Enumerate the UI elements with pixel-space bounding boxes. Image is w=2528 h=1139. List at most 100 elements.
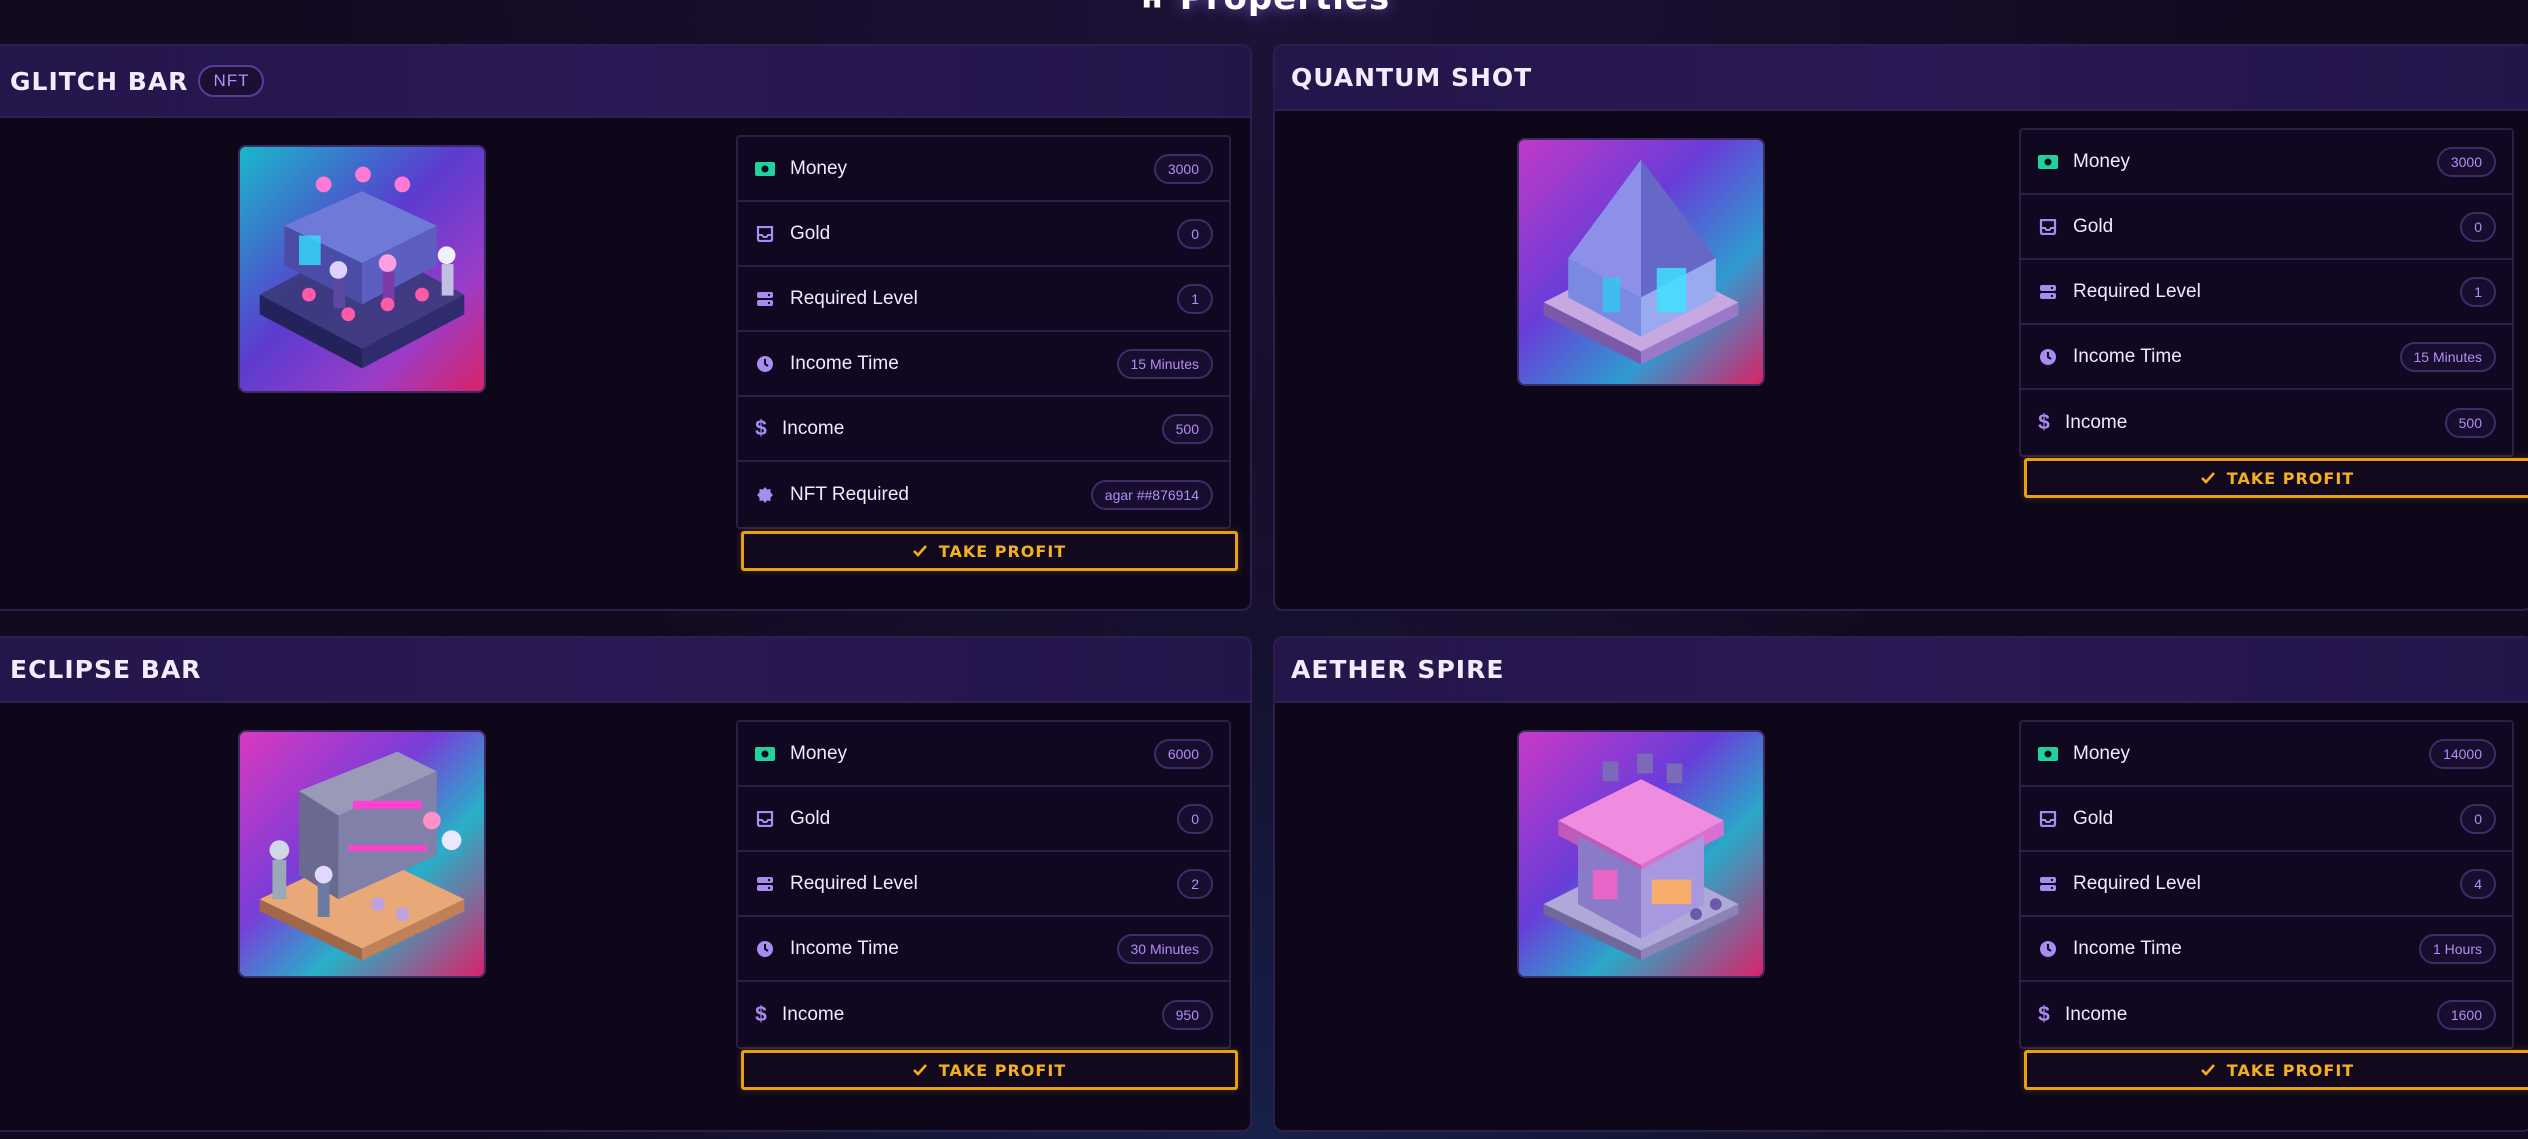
take-profit-label: TAKE PROFIT (2226, 1060, 2355, 1080)
stat-row-money: Money 3000 (2021, 130, 2512, 195)
stat-label: Required Level (2073, 872, 2201, 894)
stat-label: Income Time (790, 937, 899, 959)
stat-row-required-level: Required Level 1 (738, 267, 1229, 332)
stat-value: 3000 (2436, 146, 2496, 177)
stat-label: Money (790, 742, 848, 764)
dollar-icon: $ (755, 416, 767, 440)
take-profit-label: TAKE PROFIT (938, 541, 1067, 561)
take-profit-button[interactable]: TAKE PROFIT (741, 1050, 1238, 1090)
page-title: Properties (0, 0, 2528, 20)
take-profit-label: TAKE PROFIT (938, 1060, 1067, 1080)
stat-value: 15 Minutes (1116, 348, 1213, 379)
stat-value: 4 (2460, 868, 2496, 899)
dollar-icon: $ (2038, 410, 2050, 434)
stats-table: Money 3000 Gold 0 Required Level 1 Incom… (2019, 128, 2514, 457)
stat-row-money: Money 6000 (738, 722, 1229, 787)
property-card-glitch-bar: GLITCH BAR NFT Money 3000 Gold 0 Require… (0, 44, 1252, 611)
money-icon (2037, 743, 2059, 765)
property-image (1517, 730, 1765, 978)
stat-label: Income (2065, 411, 2128, 433)
take-profit-button[interactable]: TAKE PROFIT (2024, 1050, 2528, 1090)
check-icon (912, 1064, 927, 1076)
check-icon (2200, 1064, 2215, 1076)
take-profit-button[interactable]: TAKE PROFIT (741, 531, 1238, 571)
money-icon (2037, 151, 2059, 173)
stat-value: 2 (1177, 868, 1213, 899)
stat-value: 1600 (2436, 999, 2496, 1030)
stat-label: Required Level (790, 287, 918, 309)
stat-label: Required Level (790, 872, 918, 894)
stat-value: 30 Minutes (1116, 933, 1213, 964)
stat-row-required-level: Required Level 1 (2021, 260, 2512, 325)
money-icon (754, 158, 776, 180)
clock-icon (2037, 938, 2059, 960)
property-card-eclipse-bar: ECLIPSE BAR Money 6000 Gold 0 Required L… (0, 636, 1252, 1132)
stat-row-gold: Gold 0 (2021, 787, 2512, 852)
property-card-quantum-shot: QUANTUM SHOT Money 3000 Gold 0 Required … (1273, 44, 2528, 611)
take-profit-label: TAKE PROFIT (2226, 468, 2355, 488)
stat-value: 6000 (1153, 738, 1213, 769)
stat-row-income: $ Income 950 (738, 982, 1229, 1047)
stat-value: 1 (2460, 276, 2496, 307)
stats-table: Money 3000 Gold 0 Required Level 1 Incom… (736, 135, 1231, 529)
stat-row-required-level: Required Level 2 (738, 852, 1229, 917)
stat-label: Income Time (2073, 937, 2182, 959)
stat-label: Gold (790, 222, 831, 244)
card-title: QUANTUM SHOT (1291, 63, 1533, 92)
clock-icon (754, 353, 776, 375)
nft-badge: NFT (198, 65, 265, 97)
property-image (238, 145, 486, 393)
stat-value: 500 (2444, 407, 2496, 438)
stat-row-income-time: Income Time 1 Hours (2021, 917, 2512, 982)
dollar-icon: $ (2038, 1002, 2050, 1026)
stat-row-money: Money 3000 (738, 137, 1229, 202)
stat-row-income: $ Income 500 (738, 397, 1229, 462)
card-header: AETHER SPIRE (1275, 638, 2528, 703)
stat-value: 950 (1161, 999, 1213, 1030)
stat-label: Money (790, 157, 848, 179)
gold-icon (2037, 216, 2059, 238)
stat-label: Income Time (790, 352, 899, 374)
card-header: GLITCH BAR NFT (0, 46, 1250, 118)
level-icon (754, 288, 776, 310)
stat-value: 0 (2460, 211, 2496, 242)
card-header: QUANTUM SHOT (1275, 46, 2528, 111)
stat-label: Required Level (2073, 280, 2201, 302)
level-icon (2037, 873, 2059, 895)
stat-row-income-time: Income Time 15 Minutes (738, 332, 1229, 397)
property-card-aether-spire: AETHER SPIRE Money 14000 Gold 0 Required… (1273, 636, 2528, 1132)
stat-value: 0 (1177, 803, 1213, 834)
gold-icon (754, 223, 776, 245)
stat-row-income-time: Income Time 30 Minutes (738, 917, 1229, 982)
stat-row-income: $ Income 1600 (2021, 982, 2512, 1047)
stat-row-gold: Gold 0 (738, 202, 1229, 267)
stat-label: Income (2065, 1003, 2128, 1025)
stat-value: 14000 (2429, 738, 2496, 769)
stat-label: Money (2073, 742, 2131, 764)
stat-value: 1 (1177, 283, 1213, 314)
stats-table: Money 14000 Gold 0 Required Level 4 Inco… (2019, 720, 2514, 1049)
stats-table: Money 6000 Gold 0 Required Level 2 Incom… (736, 720, 1231, 1049)
stat-value: 0 (1177, 218, 1213, 249)
property-image (238, 730, 486, 978)
stat-value: 3000 (1153, 153, 1213, 184)
stat-label: Income Time (2073, 345, 2182, 367)
dollar-icon: $ (755, 1002, 767, 1026)
stat-row-gold: Gold 0 (738, 787, 1229, 852)
check-icon (2200, 472, 2215, 484)
stat-value: 1 Hours (2418, 933, 2496, 964)
clock-icon (2037, 346, 2059, 368)
stat-label: Gold (2073, 807, 2114, 829)
card-header: ECLIPSE BAR (0, 638, 1250, 703)
stat-value: 500 (1161, 413, 1213, 444)
stat-label: Money (2073, 150, 2131, 172)
stat-label: Gold (2073, 215, 2114, 237)
property-image (1517, 138, 1765, 386)
gold-icon (2037, 808, 2059, 830)
page-title-text: Properties (1180, 0, 1390, 18)
take-profit-button[interactable]: TAKE PROFIT (2024, 458, 2528, 498)
stat-value: agar ##876914 (1090, 479, 1213, 510)
stat-label: NFT Required (790, 483, 909, 505)
level-icon (2037, 281, 2059, 303)
money-icon (754, 743, 776, 765)
